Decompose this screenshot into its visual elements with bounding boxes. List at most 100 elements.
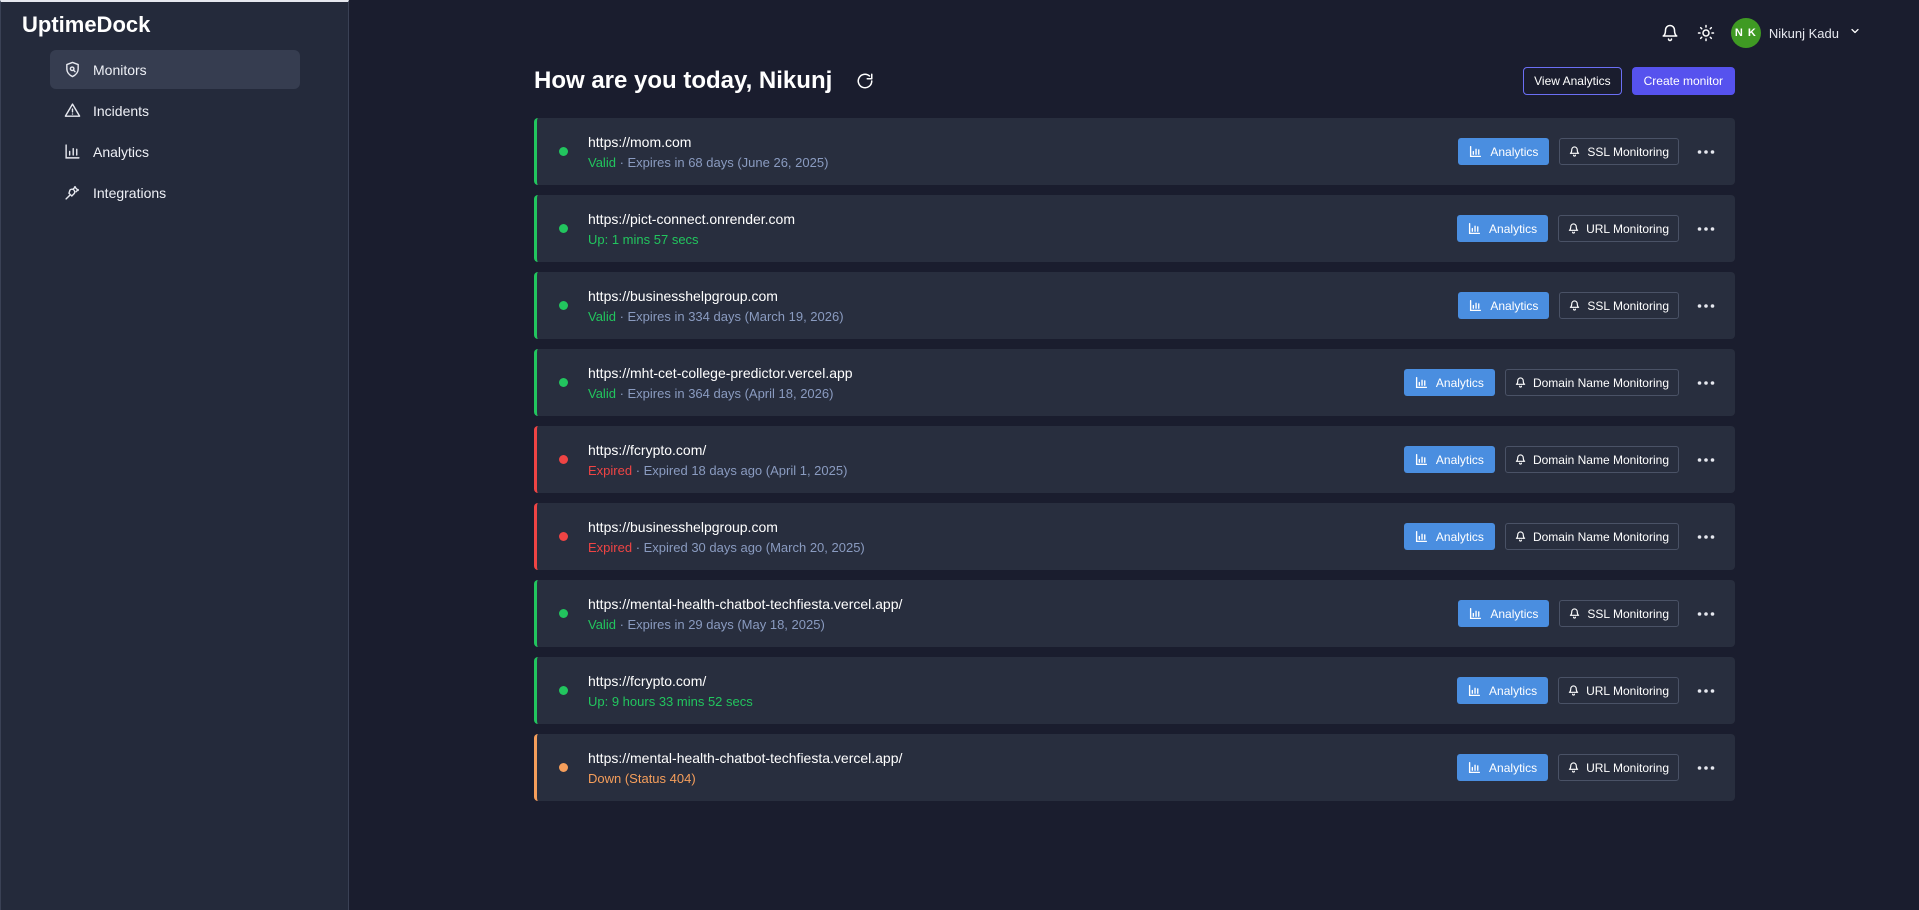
status-label: Valid (588, 385, 616, 401)
monitor-info: https://businesshelpgroup.com Expired · … (588, 519, 865, 555)
analytics-label: Analytics (1435, 529, 1484, 544)
sidebar-item-integrations[interactable]: Integrations (50, 173, 300, 212)
monitor-url[interactable]: https://mental-health-chatbot-techfiesta… (588, 596, 902, 612)
more-options-icon[interactable] (1695, 141, 1717, 163)
monitor-info: https://fcrypto.com/ Expired · Expired 1… (588, 442, 847, 478)
brand-logo[interactable]: UptimeDock (22, 12, 150, 38)
analytics-label: Analytics (1435, 375, 1484, 390)
status-dot (559, 609, 568, 618)
create-monitor-button[interactable]: Create monitor (1631, 67, 1735, 95)
status-label: Up: 9 hours 33 mins 52 secs (588, 693, 753, 709)
monitor-info: https://pict-connect.onrender.com Up: 1 … (588, 211, 795, 247)
monitor-status: Valid · Expires in 68 days (June 26, 202… (588, 155, 828, 170)
monitor-status: Up: 9 hours 33 mins 52 secs (588, 694, 753, 709)
monitor-type-button[interactable]: Domain Name Monitoring (1504, 523, 1679, 550)
monitor-type-button[interactable]: SSL Monitoring (1559, 138, 1679, 165)
more-options-icon[interactable] (1695, 295, 1717, 317)
monitor-status: Expired · Expired 18 days ago (April 1, … (588, 463, 847, 478)
analytics-label: Analytics (1435, 452, 1484, 467)
monitor-type-button[interactable]: URL Monitoring (1558, 677, 1679, 704)
monitor-row[interactable]: https://mental-health-chatbot-techfiesta… (534, 734, 1735, 801)
monitor-type-button[interactable]: URL Monitoring (1558, 215, 1679, 242)
sidebar-item-incidents[interactable]: Incidents (50, 91, 300, 130)
monitor-row[interactable]: https://fcrypto.com/ Up: 9 hours 33 mins… (534, 657, 1735, 724)
monitor-actions: Analytics URL Monitoring (1457, 677, 1717, 704)
more-options-icon[interactable] (1695, 603, 1717, 625)
more-options-icon[interactable] (1695, 757, 1717, 779)
status-label: Valid (588, 616, 616, 632)
monitor-url[interactable]: https://mht-cet-college-predictor.vercel… (588, 365, 853, 381)
monitor-url[interactable]: https://fcrypto.com/ (588, 673, 753, 689)
monitor-analytics-button[interactable]: Analytics (1403, 369, 1495, 396)
monitor-type-label: SSL Monitoring (1587, 144, 1669, 159)
monitor-analytics-button[interactable]: Analytics (1458, 600, 1550, 627)
monitor-analytics-button[interactable]: Analytics (1458, 138, 1550, 165)
avatar[interactable]: N K (1730, 18, 1761, 48)
monitor-url[interactable]: https://mom.com (588, 134, 828, 150)
bell-icon (1570, 146, 1580, 157)
main-content: How are you today, Nikunj View Analytics… (534, 66, 1735, 811)
monitor-row[interactable]: https://mht-cet-college-predictor.vercel… (534, 349, 1735, 416)
monitor-info: https://mht-cet-college-predictor.vercel… (588, 365, 853, 401)
status-dot (559, 763, 568, 772)
chevron-down-icon[interactable] (1849, 24, 1861, 42)
monitor-analytics-button[interactable]: Analytics (1403, 446, 1495, 473)
monitor-status: Expired · Expired 30 days ago (March 20,… (588, 540, 865, 555)
more-options-icon[interactable] (1695, 680, 1717, 702)
sidebar-item-monitors[interactable]: Monitors (50, 50, 300, 89)
monitor-analytics-button[interactable]: Analytics (1457, 754, 1549, 781)
monitor-info: https://mental-health-chatbot-techfiesta… (588, 750, 902, 786)
monitor-url[interactable]: https://mental-health-chatbot-techfiesta… (588, 750, 902, 766)
more-options-icon[interactable] (1695, 526, 1717, 548)
monitor-type-button[interactable]: URL Monitoring (1558, 754, 1679, 781)
view-analytics-button[interactable]: View Analytics (1523, 67, 1622, 95)
monitor-type-label: URL Monitoring (1586, 221, 1669, 236)
monitor-url[interactable]: https://pict-connect.onrender.com (588, 211, 795, 227)
status-detail: · Expires in 364 days (April 18, 2026) (615, 385, 834, 401)
status-detail: · Expires in 68 days (June 26, 2025) (615, 154, 829, 170)
status-label: Up: 1 mins 57 secs (588, 231, 699, 247)
bar-chart-icon (1468, 761, 1481, 774)
monitor-actions: Analytics SSL Monitoring (1458, 138, 1717, 165)
monitor-type-button[interactable]: SSL Monitoring (1559, 292, 1679, 319)
more-options-icon[interactable] (1695, 372, 1717, 394)
header-actions: View Analytics Create monitor (1523, 67, 1735, 95)
monitor-row[interactable]: https://mom.com Valid · Expires in 68 da… (534, 118, 1735, 185)
monitor-row[interactable]: https://businesshelpgroup.com Valid · Ex… (534, 272, 1735, 339)
monitor-analytics-button[interactable]: Analytics (1457, 677, 1549, 704)
monitor-type-button[interactable]: SSL Monitoring (1559, 600, 1679, 627)
status-dot (559, 224, 568, 233)
refresh-icon[interactable] (854, 70, 876, 92)
monitor-type-button[interactable]: Domain Name Monitoring (1504, 446, 1679, 473)
monitor-url[interactable]: https://fcrypto.com/ (588, 442, 847, 458)
bar-chart-icon (1415, 530, 1427, 543)
monitor-actions: Analytics Domain Name Monitoring (1403, 446, 1717, 473)
monitor-row[interactable]: https://pict-connect.onrender.com Up: 1 … (534, 195, 1735, 262)
monitor-row[interactable]: https://mental-health-chatbot-techfiesta… (534, 580, 1735, 647)
analytics-label: Analytics (1489, 221, 1538, 236)
monitor-row[interactable]: https://fcrypto.com/ Expired · Expired 1… (534, 426, 1735, 493)
monitor-url[interactable]: https://businesshelpgroup.com (588, 519, 865, 535)
sidebar-item-analytics[interactable]: Analytics (50, 132, 300, 171)
monitor-status: Up: 1 mins 57 secs (588, 232, 795, 247)
monitor-status: Down (Status 404) (588, 771, 902, 786)
user-name[interactable]: Nikunj Kadu (1769, 26, 1839, 41)
bar-chart-icon (1415, 453, 1427, 466)
monitor-type-label: URL Monitoring (1586, 683, 1669, 698)
monitor-type-label: SSL Monitoring (1587, 606, 1669, 621)
monitor-analytics-button[interactable]: Analytics (1403, 523, 1495, 550)
sidebar-item-label: Integrations (93, 184, 167, 201)
more-options-icon[interactable] (1695, 449, 1717, 471)
sun-icon[interactable] (1695, 22, 1717, 44)
plug-icon (63, 184, 81, 202)
monitor-row[interactable]: https://businesshelpgroup.com Expired · … (534, 503, 1735, 570)
monitor-analytics-button[interactable]: Analytics (1457, 215, 1549, 242)
monitor-type-label: SSL Monitoring (1587, 298, 1669, 313)
monitor-url[interactable]: https://businesshelpgroup.com (588, 288, 844, 304)
monitor-type-button[interactable]: Domain Name Monitoring (1504, 369, 1679, 396)
more-options-icon[interactable] (1695, 218, 1717, 240)
analytics-label: Analytics (1490, 298, 1539, 313)
monitor-analytics-button[interactable]: Analytics (1458, 292, 1550, 319)
bar-chart-icon (1468, 684, 1481, 697)
notifications-bell-icon[interactable] (1659, 22, 1681, 44)
